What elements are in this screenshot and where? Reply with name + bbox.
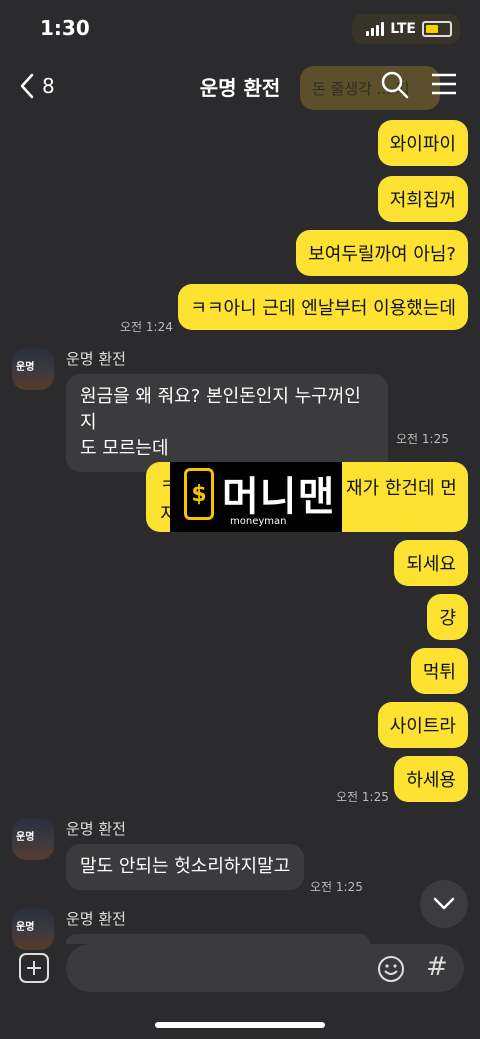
- message-time: 오전 1:24: [120, 320, 173, 334]
- message-line: 도 모르는데: [80, 438, 169, 459]
- my-message[interactable]: 되세요: [394, 540, 468, 586]
- battery-icon: [422, 21, 452, 37]
- home-indicator: [155, 1022, 325, 1028]
- chevron-down-icon: [433, 897, 455, 910]
- status-indicators: LTE: [352, 14, 460, 44]
- my-message[interactable]: 먹튀: [410, 648, 468, 694]
- message-time: 오전 1:25: [310, 880, 363, 894]
- my-message[interactable]: 와이파이: [377, 120, 468, 166]
- watermark-subtext: moneyman: [230, 516, 287, 527]
- sender-name: 운명 환전: [66, 910, 126, 928]
- menu-icon[interactable]: [430, 70, 458, 98]
- scroll-down-button[interactable]: [420, 880, 468, 928]
- other-message[interactable]: 말도 안되는 헛소리하지말고: [66, 844, 305, 890]
- message-line: 말도 안되는 헛소리하지말고: [80, 856, 291, 877]
- avatar[interactable]: 운명: [12, 348, 54, 390]
- my-message[interactable]: ㅋㅋ아니 근데 엔날부터 이용했는데: [178, 284, 468, 330]
- avatar-label: 운명: [16, 832, 35, 843]
- plus-icon[interactable]: [18, 952, 50, 984]
- my-message[interactable]: 저희집꺼: [377, 176, 468, 222]
- sender-name: 운명 환전: [66, 820, 126, 838]
- avatar[interactable]: 운명: [12, 818, 54, 860]
- sender-name: 운명 환전: [66, 350, 126, 368]
- emoji-icon[interactable]: [376, 954, 406, 984]
- hash-icon[interactable]: #: [426, 952, 448, 982]
- signal-icon: [366, 22, 385, 36]
- avatar-label: 운명: [16, 922, 35, 933]
- avatar[interactable]: 운명: [12, 908, 54, 950]
- dollar-icon: $: [184, 468, 214, 520]
- other-message-partial: [66, 934, 370, 944]
- my-message[interactable]: 걍: [427, 594, 468, 640]
- watermark-logo: $ 머니맨 moneyman: [170, 462, 342, 532]
- status-time: 1:30: [40, 16, 90, 40]
- my-message[interactable]: 하세용: [394, 756, 468, 802]
- network-label: LTE: [390, 21, 416, 37]
- watermark-text: 머니맨: [222, 474, 336, 520]
- other-message[interactable]: 원금을 왜 줘요? 본인돈인지 누구꺼인지 도 모르는데: [66, 374, 388, 472]
- message-time: 오전 1:25: [396, 432, 449, 446]
- my-message[interactable]: 사이트라: [377, 702, 468, 748]
- message-time: 오전 1:25: [336, 790, 389, 804]
- message-line: 원금을 왜 줘요? 본인돈인지 누구꺼인지: [80, 386, 361, 433]
- message-fragment: 재가 한건데 먼: [346, 478, 457, 499]
- avatar-label: 운명: [16, 362, 35, 373]
- my-message[interactable]: 보여두릴까여 아님?: [296, 230, 468, 276]
- search-icon[interactable]: [380, 70, 410, 100]
